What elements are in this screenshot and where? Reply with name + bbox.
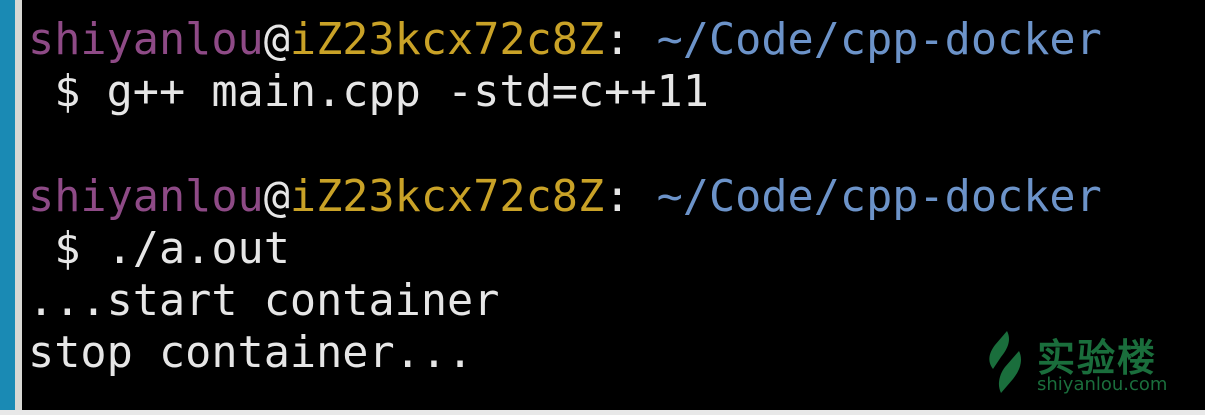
prompt-user: shiyanlou xyxy=(28,171,264,222)
command-line: $ ./a.out xyxy=(28,223,290,274)
prompt-host: iZ23kcx72c8Z xyxy=(289,15,605,65)
prompt-line: shiyanlou@iZ23kcx72c8Z: ~/Code/cpp-docke… xyxy=(28,171,1102,223)
prompt-host: iZ23kcx72c8Z xyxy=(289,171,605,222)
terminal-output[interactable]: shiyanlou@iZ23kcx72c8Z: ~/Code/cpp-docke… xyxy=(28,14,1102,379)
window-edge-blue xyxy=(0,0,15,415)
prompt-sep: : xyxy=(604,15,657,65)
prompt-line: shiyanlou@iZ23kcx72c8Z: ~/Code/cpp-docke… xyxy=(28,14,1102,66)
prompt-path: ~/Code/cpp-docker xyxy=(656,171,1102,222)
prompt-sep: : xyxy=(604,171,657,222)
watermark-url: shiyanlou.com xyxy=(1037,374,1168,395)
shiyanlou-watermark: 实验楼 shiyanlou.com xyxy=(985,325,1185,405)
window-edge-gray xyxy=(15,0,22,415)
prompt-at: @ xyxy=(263,171,290,222)
prompt-user: shiyanlou xyxy=(28,15,264,65)
prompt-at: @ xyxy=(263,15,290,65)
leaf-logo-icon xyxy=(989,331,1021,393)
output-line: ...start container xyxy=(28,275,500,326)
output-line: stop container... xyxy=(28,328,474,379)
prompt-path: ~/Code/cpp-docker xyxy=(656,15,1102,65)
command-line: $ g++ main.cpp -std=c++11 xyxy=(28,67,709,118)
bottom-edge xyxy=(0,410,1205,415)
